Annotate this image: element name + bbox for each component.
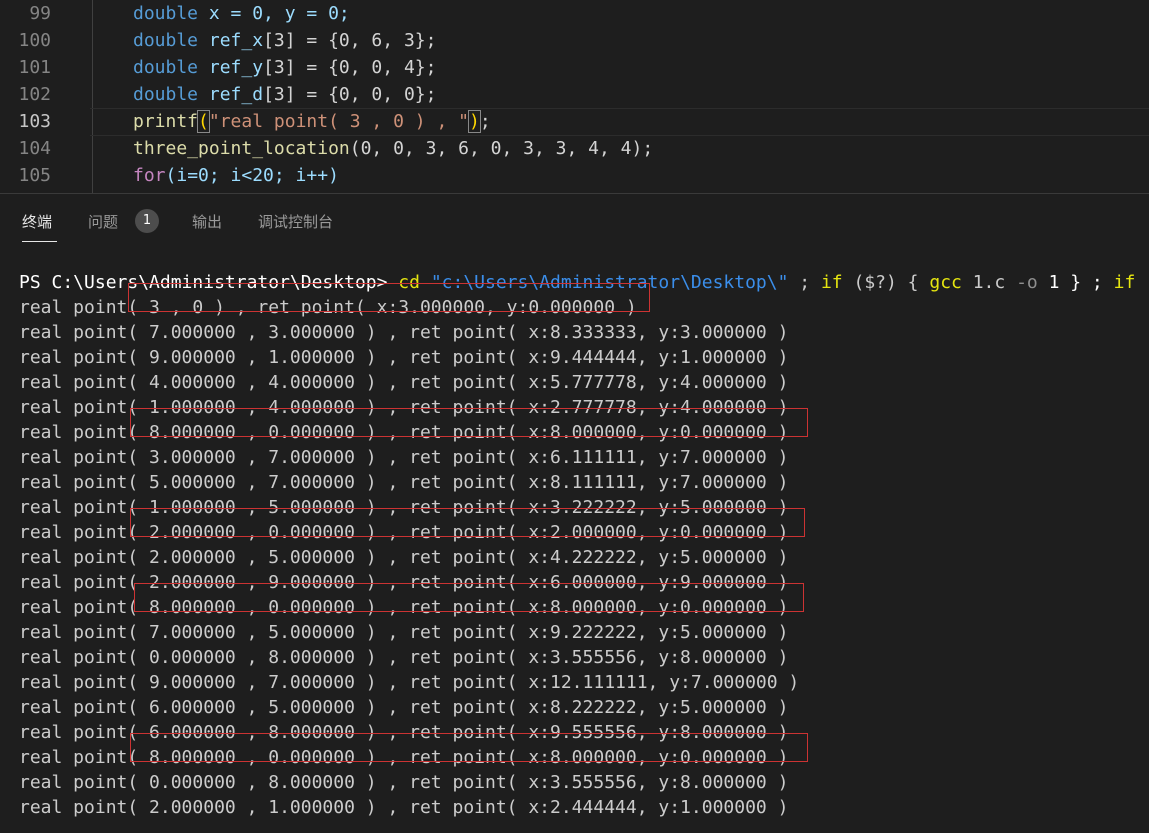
code-editor[interactable]: 99 double x = 0, y = 0; 100 double ref_x… — [0, 0, 1149, 193]
terminal-output-line: real point( 0.000000 , 8.000000 ) , ret … — [19, 647, 789, 668]
active-tab-indicator — [22, 241, 57, 242]
code-text: printf("real point( 3 , 0 ) , "); — [133, 110, 491, 133]
tab-debug-console[interactable]: 调试控制台 — [258, 211, 333, 232]
terminal-output-line: real point( 0.000000 , 8.000000 ) , ret … — [19, 772, 789, 793]
terminal-output-line: real point( 1.000000 , 4.000000 ) , ret … — [19, 397, 789, 418]
code-line-100[interactable]: 100 double ref_x[3] = {0, 6, 3}; — [0, 27, 1149, 54]
terminal-output-line: real point( 6.000000 , 8.000000 ) , ret … — [19, 722, 789, 743]
line-number: 103 — [18, 111, 51, 132]
terminal-output-line: real point( 9.000000 , 1.000000 ) , ret … — [19, 347, 789, 368]
code-text: double ref_d[3] = {0, 0, 0}; — [133, 84, 437, 105]
terminal-output-line: real point( 3.000000 , 7.000000 ) , ret … — [19, 447, 789, 468]
panel-tabs: 终端 问题 1 输出 调试控制台 — [0, 194, 1149, 250]
terminal-output-line: real point( 7.000000 , 5.000000 ) , ret … — [19, 622, 789, 643]
terminal-output-line: real point( 2.000000 , 5.000000 ) , ret … — [19, 547, 789, 568]
terminal-output-line: real point( 5.000000 , 7.000000 ) , ret … — [19, 472, 789, 493]
terminal-output-line: real point( 8.000000 , 0.000000 ) , ret … — [19, 747, 789, 768]
terminal-output-line: real point( 2.000000 , 0.000000 ) , ret … — [19, 522, 789, 543]
tab-output[interactable]: 输出 — [192, 211, 222, 232]
terminal-output-line: real point( 2.000000 , 9.000000 ) , ret … — [19, 572, 789, 593]
line-number: 104 — [18, 138, 51, 159]
code-line-104[interactable]: 104 three_point_location(0, 0, 3, 6, 0, … — [0, 135, 1149, 162]
line-number: 100 — [18, 30, 51, 51]
terminal-output-line: real point( 7.000000 , 3.000000 ) , ret … — [19, 322, 789, 343]
terminal-output-line: real point( 8.000000 , 0.000000 ) , ret … — [19, 422, 789, 443]
line-number: 101 — [18, 57, 51, 78]
line-number: 105 — [18, 165, 51, 186]
code-line-99[interactable]: 99 double x = 0, y = 0; — [0, 0, 1149, 27]
tab-terminal[interactable]: 终端 — [22, 211, 52, 232]
terminal-output[interactable]: PS C:\Users\Administrator\Desktop> cd "c… — [19, 270, 1149, 820]
problems-count-badge: 1 — [135, 209, 159, 233]
terminal-output-line: real point( 2.000000 , 1.000000 ) , ret … — [19, 797, 789, 818]
code-text: double x = 0, y = 0; — [133, 3, 350, 24]
terminal-output-line: real point( 6.000000 , 5.000000 ) , ret … — [19, 697, 789, 718]
terminal-output-line: real point( 1.000000 , 5.000000 ) , ret … — [19, 497, 789, 518]
code-line-105[interactable]: 105 for(i=0; i<20; i++) — [0, 162, 1149, 189]
terminal-output-line: real point( 9.000000 , 7.000000 ) , ret … — [19, 672, 800, 693]
bottom-panel: 终端 问题 1 输出 调试控制台 PS C:\Users\Administrat… — [0, 193, 1149, 833]
line-number: 102 — [18, 84, 51, 105]
code-text: for(i=0; i<20; i++) — [133, 165, 339, 186]
terminal-output-line: real point( 3 , 0 ) , ret point( x:3.000… — [19, 297, 637, 318]
terminal-command-line: PS C:\Users\Administrator\Desktop> cd "c… — [19, 272, 1136, 293]
code-text: double ref_x[3] = {0, 6, 3}; — [133, 30, 437, 51]
terminal-output-line: real point( 8.000000 , 0.000000 ) , ret … — [19, 597, 789, 618]
code-text: three_point_location(0, 0, 3, 6, 0, 3, 3… — [133, 138, 654, 159]
code-line-103[interactable]: 103 printf("real point( 3 , 0 ) , "); — [0, 108, 1149, 135]
tab-problems[interactable]: 问题 — [88, 211, 118, 232]
line-number: 99 — [29, 3, 51, 24]
code-line-101[interactable]: 101 double ref_y[3] = {0, 0, 4}; — [0, 54, 1149, 81]
code-line-102[interactable]: 102 double ref_d[3] = {0, 0, 0}; — [0, 81, 1149, 108]
terminal-output-line: real point( 4.000000 , 4.000000 ) , ret … — [19, 372, 789, 393]
code-text: double ref_y[3] = {0, 0, 4}; — [133, 57, 437, 78]
